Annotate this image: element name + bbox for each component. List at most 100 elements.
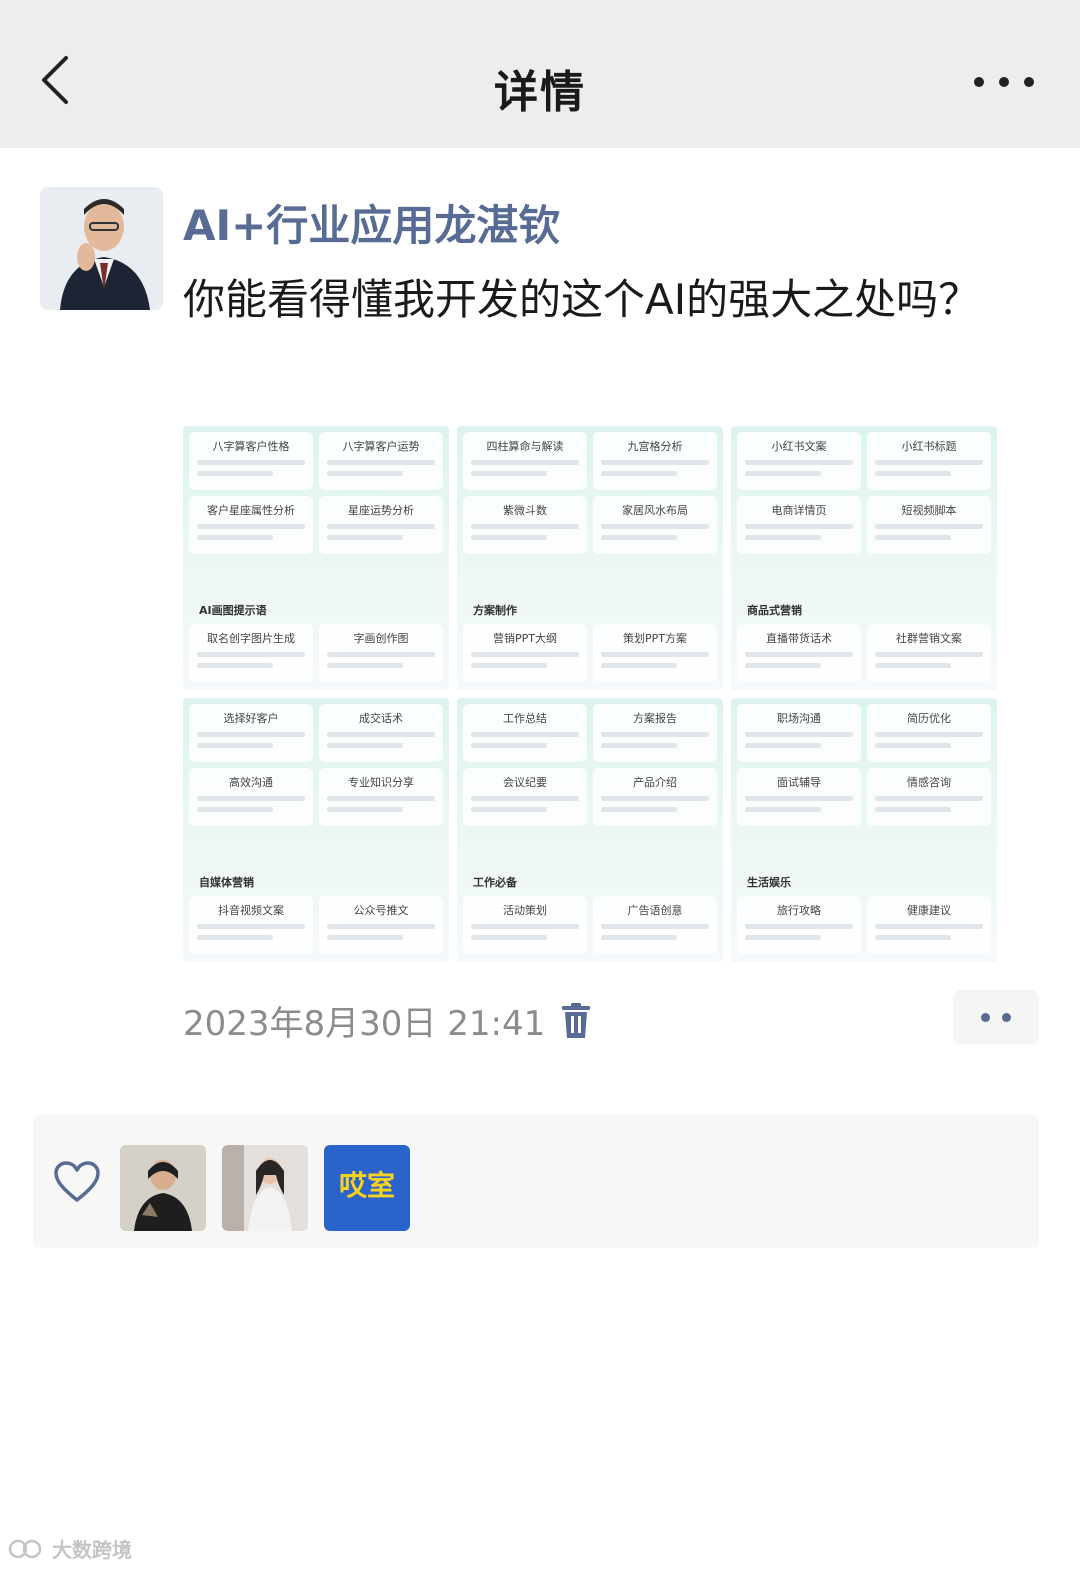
ellipsis-icon (974, 77, 984, 87)
feature-card: 成交话术 (319, 704, 443, 762)
feature-card: 选择好客户 (189, 704, 313, 762)
section-heading: AI画图提示语 (199, 604, 267, 617)
comment-like-menu-icon (981, 1012, 990, 1022)
feature-card: 专业知识分享 (319, 768, 443, 826)
feature-card-title: 小红书文案 (771, 440, 827, 453)
feature-card: 活动策划 (463, 896, 587, 954)
feature-card-title: 四柱算命与解读 (486, 440, 564, 453)
feature-card-title: 字画创作图 (353, 632, 409, 645)
heart-outline-icon (54, 1161, 100, 1202)
feature-card-title: 选择好客户 (223, 712, 279, 725)
screenshot-panel: 职场沟通 简历优化 面试辅导 情感咨询 生活娱乐 旅行攻略 健康建议 (731, 698, 997, 962)
feature-card-title: 电商详情页 (771, 504, 827, 517)
feature-card-title: 直播带货话术 (766, 632, 832, 645)
feature-card-title: 活动策划 (503, 904, 547, 917)
feature-card-title: 情感咨询 (907, 776, 951, 789)
feature-card-title: 抖音视频文案 (218, 904, 284, 917)
feature-card: 八字算客户运势 (319, 432, 443, 490)
feature-card: 紫微斗数 (463, 496, 587, 554)
page-title: 详情 (494, 67, 586, 118)
author-avatar[interactable] (40, 187, 163, 310)
screenshot-panel: 四柱算命与解读 九宫格分析紫微斗数 家居风水布局方案制作营销PPT大纲 策划PPT方案 (457, 426, 723, 690)
feature-card-title: 专业知识分享 (348, 776, 414, 789)
post-meta: 2023年8月30日 21:41 (183, 996, 591, 1045)
watermark: 大数跨境 (8, 1534, 132, 1563)
person-photo (222, 1145, 308, 1231)
feature-card-title: 八字算客户运势 (342, 440, 420, 453)
like-heart[interactable] (53, 1161, 101, 1207)
avatar-logo-text: 哎室 (338, 1169, 395, 1202)
feature-card: 方案报告 (593, 704, 717, 762)
feature-card: 小红书标题 (867, 432, 991, 490)
feature-card-title: 方案报告 (633, 712, 677, 725)
feature-card-title: 短视频脚本 (901, 504, 957, 517)
feature-card: 工作总结 (463, 704, 587, 762)
section-heading: 自媒体营销 (199, 876, 254, 889)
feature-card: 九宫格分析 (593, 432, 717, 490)
post-image[interactable]: 八字算客户性格 八字算客户运势客户星座属性分析 星座运势分析 AI画图提示语取名创字图… (183, 426, 997, 962)
feature-card-title: 简历优化 (907, 712, 951, 725)
section-heading: 商品式营销 (747, 604, 802, 617)
delete-button[interactable] (561, 1002, 591, 1039)
section-heading: 方案制作 (473, 604, 517, 617)
feature-card: 抖音视频文案 (189, 896, 313, 954)
feature-card: 健康建议 (867, 896, 991, 954)
feature-card: 电商详情页 (737, 496, 861, 554)
feature-card-title: 公众号推文 (353, 904, 409, 917)
feature-card: 产品介绍 (593, 768, 717, 826)
feature-card: 客户星座属性分析 (189, 496, 313, 554)
feature-card-title: 健康建议 (907, 904, 951, 917)
screenshot-panel: 工作总结 方案报告会议纪要 产品介绍工作必备活动策划 广告语创意 (457, 698, 723, 962)
trash-icon (562, 1002, 591, 1038)
feature-card: 简历优化 (867, 704, 991, 762)
liker-avatar-3[interactable]: 哎室 (324, 1145, 410, 1231)
screenshot-panel: 小红书文案 小红书标题电商详情页 短视频脚本商品式营销直播带货话术 社群营销文案 (731, 426, 997, 690)
feature-card: 字画创作图 (319, 624, 443, 682)
feature-card-title: 紫微斗数 (503, 504, 547, 517)
feature-card: 八字算客户性格 (189, 432, 313, 490)
feature-card: 会议纪要 (463, 768, 587, 826)
post-text: 你能看得懂我开发的这个AI的强大之处吗？ (183, 275, 981, 324)
feature-card-title: 会议纪要 (503, 776, 547, 789)
feature-card: 情感咨询 (867, 768, 991, 826)
feature-card-title: 家居风水布局 (622, 504, 688, 517)
liker-avatar-2[interactable] (222, 1145, 308, 1231)
feature-card: 小红书文案 (737, 432, 861, 490)
logo-icon (8, 1539, 42, 1558)
feature-card-title: 工作总结 (503, 712, 547, 725)
feature-card-title: 产品介绍 (633, 776, 677, 789)
feature-card: 营销PPT大纲 (463, 624, 587, 682)
comment-like-button[interactable] (953, 990, 1039, 1044)
feature-card-title: 策划PPT方案 (623, 632, 687, 645)
feature-card-title: 取名创字图片生成 (207, 632, 295, 645)
feature-card: 家居风水布局 (593, 496, 717, 554)
feature-card-title: 旅行攻略 (777, 904, 821, 917)
feature-card: 职场沟通 (737, 704, 861, 762)
nav-bar: 详情 (0, 0, 1080, 148)
feature-card-title: 客户星座属性分析 (207, 504, 295, 517)
likes-section: 哎室 (33, 1115, 1039, 1248)
watermark-text: 大数跨境 (52, 1538, 132, 1562)
feature-card: 短视频脚本 (867, 496, 991, 554)
person-photo (120, 1145, 206, 1231)
feature-card: 公众号推文 (319, 896, 443, 954)
feature-card-title: 广告语创意 (627, 904, 683, 917)
feature-card-title: 社群营销文案 (896, 632, 962, 645)
section-heading: 工作必备 (473, 876, 517, 889)
feature-card-title: 高效沟通 (229, 776, 273, 789)
author-name[interactable]: AI+行业应用龙湛钦 (183, 192, 560, 253)
screenshot-panel: 八字算客户性格 八字算客户运势客户星座属性分析 星座运势分析 AI画图提示语取名创字图… (183, 426, 449, 690)
feature-card-title: 面试辅导 (777, 776, 821, 789)
feature-card-title: 九宫格分析 (627, 440, 683, 453)
liker-avatar-1[interactable] (120, 1145, 206, 1231)
feature-card-title: 八字算客户性格 (212, 440, 290, 453)
feature-card: 取名创字图片生成 (189, 624, 313, 682)
feature-card: 旅行攻略 (737, 896, 861, 954)
person-photo (40, 187, 163, 310)
feature-card: 社群营销文案 (867, 624, 991, 682)
feature-card: 直播带货话术 (737, 624, 861, 682)
feature-card: 星座运势分析 (319, 496, 443, 554)
feature-card: 四柱算命与解读 (463, 432, 587, 490)
more-button[interactable] (974, 62, 1034, 102)
feature-card-title: 成交话术 (359, 712, 403, 725)
